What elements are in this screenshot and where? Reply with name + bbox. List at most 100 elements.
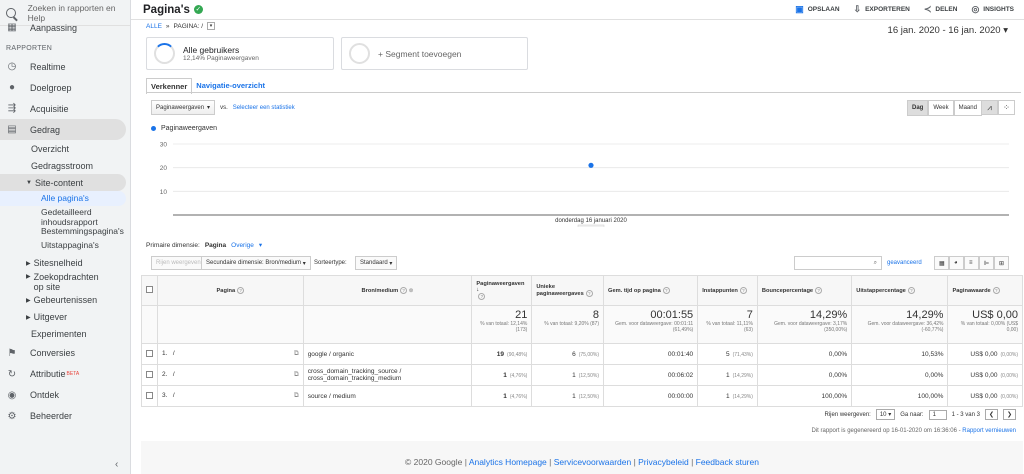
sidebar-item-bestemmingspaginas[interactable]: Bestemmingspagina's: [0, 226, 124, 237]
pivot-view-icon[interactable]: ⊞: [994, 256, 1009, 270]
col-instappunten[interactable]: Instappunten?: [697, 275, 758, 306]
select-metric-link[interactable]: Selecteer een statistiek: [233, 105, 295, 111]
chart-legend: Paginaweergaven: [151, 125, 217, 132]
metric-dropdown[interactable]: Paginaweergaven ▾: [151, 100, 216, 115]
open-page-icon[interactable]: ⧉: [294, 371, 299, 379]
sidebar-item-conversies[interactable]: ⚑ Conversies: [0, 343, 130, 364]
col-uitstappercentage[interactable]: Uitstappercentage?: [851, 275, 949, 306]
footer-link-homepage[interactable]: Analytics Homepage: [469, 457, 547, 467]
breadcrumb-dropdown-icon[interactable]: ▾: [207, 22, 216, 30]
source-cell[interactable]: cross_domain_tracking_source / cross_dom…: [302, 364, 473, 386]
sidebar-item-inhoudsrapport[interactable]: Gedetailleerd inhoudsrapport: [0, 206, 105, 227]
granularity-month[interactable]: Maand: [953, 100, 982, 116]
add-segment-button[interactable]: + Segment toevoegen: [341, 37, 528, 70]
share-button[interactable]: ≺ DELEN: [924, 4, 958, 15]
sort-type-dropdown[interactable]: Standaard ▾: [355, 256, 398, 270]
page-cell: 1. / ⧉: [157, 343, 304, 365]
sidebar-item-acquisitie[interactable]: ⇶ Acquisitie: [0, 98, 130, 119]
goto-page-input[interactable]: 1: [928, 409, 947, 420]
sidebar-item-sitesnelheid[interactable]: ▶ Sitesnelheid: [0, 255, 130, 272]
footer-link-privacy[interactable]: Privacybeleid: [638, 457, 689, 467]
open-page-icon[interactable]: ⧉: [294, 350, 299, 358]
search-input[interactable]: Zoeken in rapporten en Help: [28, 3, 130, 23]
chevron-down-icon: ▾: [302, 260, 306, 267]
page-link[interactable]: /: [173, 350, 175, 357]
sidebar-item-doelgroep[interactable]: ● Doelgroep: [0, 77, 130, 98]
sidebar-item-gedrag[interactable]: ▤ Gedrag: [0, 119, 126, 140]
sidebar-item-zoekopdrachten[interactable]: ▶ Zoekopdrachten op site: [0, 272, 130, 292]
table-search-input[interactable]: ⌕: [794, 256, 882, 270]
sidebar-item-aanpassing[interactable]: ▦ Aanpassing: [0, 22, 130, 33]
source-cell[interactable]: source / medium: [302, 385, 473, 407]
dimension-other[interactable]: Overige: [231, 242, 254, 249]
close-icon[interactable]: ⊗: [409, 288, 414, 294]
comparison-view-icon[interactable]: ⊫: [979, 256, 994, 270]
col-bouncepercentage[interactable]: Bouncepercentage?: [756, 275, 853, 306]
gear-icon: ⚙: [7, 410, 17, 422]
granularity-toggle: Dag Week Maand: [907, 100, 982, 116]
dimension-pagina[interactable]: Pagina: [205, 242, 226, 249]
motion-chart-icon[interactable]: ⁘: [998, 100, 1015, 115]
row-checkbox[interactable]: [141, 364, 158, 386]
secondary-dimension-dropdown[interactable]: Secundaire dimensie: Bron/medium ▾: [201, 256, 311, 270]
col-paginaweergaven[interactable]: Paginaweergaven ↓?: [471, 275, 533, 306]
col-gem-tijd[interactable]: Gem. tijd op pagina?: [603, 275, 699, 306]
plot-rows-button[interactable]: Rijen weergeven: [151, 256, 206, 270]
next-page-button[interactable]: ❯: [1002, 409, 1016, 420]
pie-view-icon[interactable]: ◕: [949, 256, 964, 270]
granularity-week[interactable]: Week: [928, 100, 954, 116]
collapse-sidebar-icon[interactable]: ‹: [115, 459, 118, 470]
open-page-icon[interactable]: ⧉: [294, 392, 299, 400]
share-icon: ≺: [923, 4, 932, 14]
help-icon: ?: [739, 287, 747, 294]
select-all-checkbox[interactable]: [141, 275, 158, 306]
help-icon: ?: [907, 287, 915, 294]
refresh-report-link[interactable]: Rapport vernieuwen: [962, 428, 1016, 434]
col-pagina[interactable]: Pagina?: [157, 275, 304, 306]
row-checkbox[interactable]: [141, 343, 158, 365]
dashboard-icon: ▦: [7, 22, 17, 33]
granularity-day[interactable]: Dag: [907, 100, 929, 116]
sidebar-item-realtime[interactable]: ◷ Realtime: [0, 56, 130, 77]
total-cell: US$ 0,00% van totaal: 0,00% (US$ 0,00): [947, 305, 1023, 344]
sidebar-item-attributie[interactable]: ↻ Attributie BETA: [0, 364, 130, 385]
sidebar-item-alle-paginas[interactable]: Alle pagina's: [0, 191, 126, 206]
table-toolbar: Rijen weergeven Secundaire dimensie: Bro…: [151, 256, 1016, 271]
date-range-picker[interactable]: 16 jan. 2020 - 16 jan. 2020 ▾: [888, 25, 1008, 36]
col-paginawaarde[interactable]: Paginawaarde?: [947, 275, 1023, 306]
sidebar-item-overzicht[interactable]: Overzicht: [0, 140, 130, 157]
sidebar-item-experimenten[interactable]: Experimenten: [0, 326, 130, 343]
row-checkbox[interactable]: [141, 385, 158, 407]
performance-view-icon[interactable]: ≡: [964, 256, 979, 270]
sidebar-item-gebeurtenissen[interactable]: ▶ Gebeurtenissen: [0, 292, 130, 309]
segment-placeholder-icon: [349, 43, 370, 64]
prev-page-button[interactable]: ❮: [984, 409, 998, 420]
sidebar-item-uitgever[interactable]: ▶ Uitgever: [0, 309, 130, 326]
footer-link-terms[interactable]: Servicevoorwaarden: [554, 457, 631, 467]
save-button[interactable]: ▣ OPSLAAN: [795, 4, 839, 15]
insights-button[interactable]: ◎ INSIGHTS: [971, 4, 1014, 15]
footer-link-feedback[interactable]: Feedback sturen: [696, 457, 759, 467]
chevron-down-icon: ▾: [1003, 25, 1008, 36]
sidebar-item-gedragsstroom[interactable]: Gedragsstroom: [0, 157, 130, 174]
line-chart-icon[interactable]: ⩘: [981, 100, 998, 115]
sidebar-item-site-content[interactable]: ▼ Site-content: [0, 174, 126, 191]
col-bron-medium[interactable]: Bron/medium? ⊗: [302, 275, 473, 306]
export-button[interactable]: ⇩ EXPORTEREN: [854, 4, 910, 15]
page-link[interactable]: /: [173, 371, 175, 378]
caret-right-icon: ▶: [26, 260, 31, 267]
col-unieke-paginaweergaves[interactable]: Unieke paginaweergaves?: [531, 275, 605, 306]
breadcrumb-all[interactable]: ALLE: [146, 23, 162, 30]
sidebar-item-ontdek[interactable]: ◉ Ontdek: [0, 385, 130, 406]
table-view-icon[interactable]: ▦: [934, 256, 949, 270]
rows-per-page-dropdown[interactable]: 10 ▾: [875, 409, 896, 420]
segment-all-users[interactable]: Alle gebruikers 12,14% Paginaweergaven: [146, 37, 334, 70]
pagination: Rijen weergeven: 10 ▾ Ga naar: 1 1 - 3 v…: [824, 409, 1016, 420]
page-link[interactable]: /: [173, 392, 175, 399]
total-cell: 00:01:55 Gem. voor dataweergave: 00:01:11…: [603, 305, 699, 344]
sidebar-item-uitstappaginas[interactable]: Uitstappagina's: [0, 237, 130, 252]
export-icon: ⇩: [853, 4, 862, 14]
source-cell[interactable]: google / organic: [302, 343, 473, 365]
sidebar-item-beheerder[interactable]: ⚙ Beheerder: [0, 406, 130, 427]
advanced-filter-link[interactable]: geavanceerd: [887, 260, 922, 266]
